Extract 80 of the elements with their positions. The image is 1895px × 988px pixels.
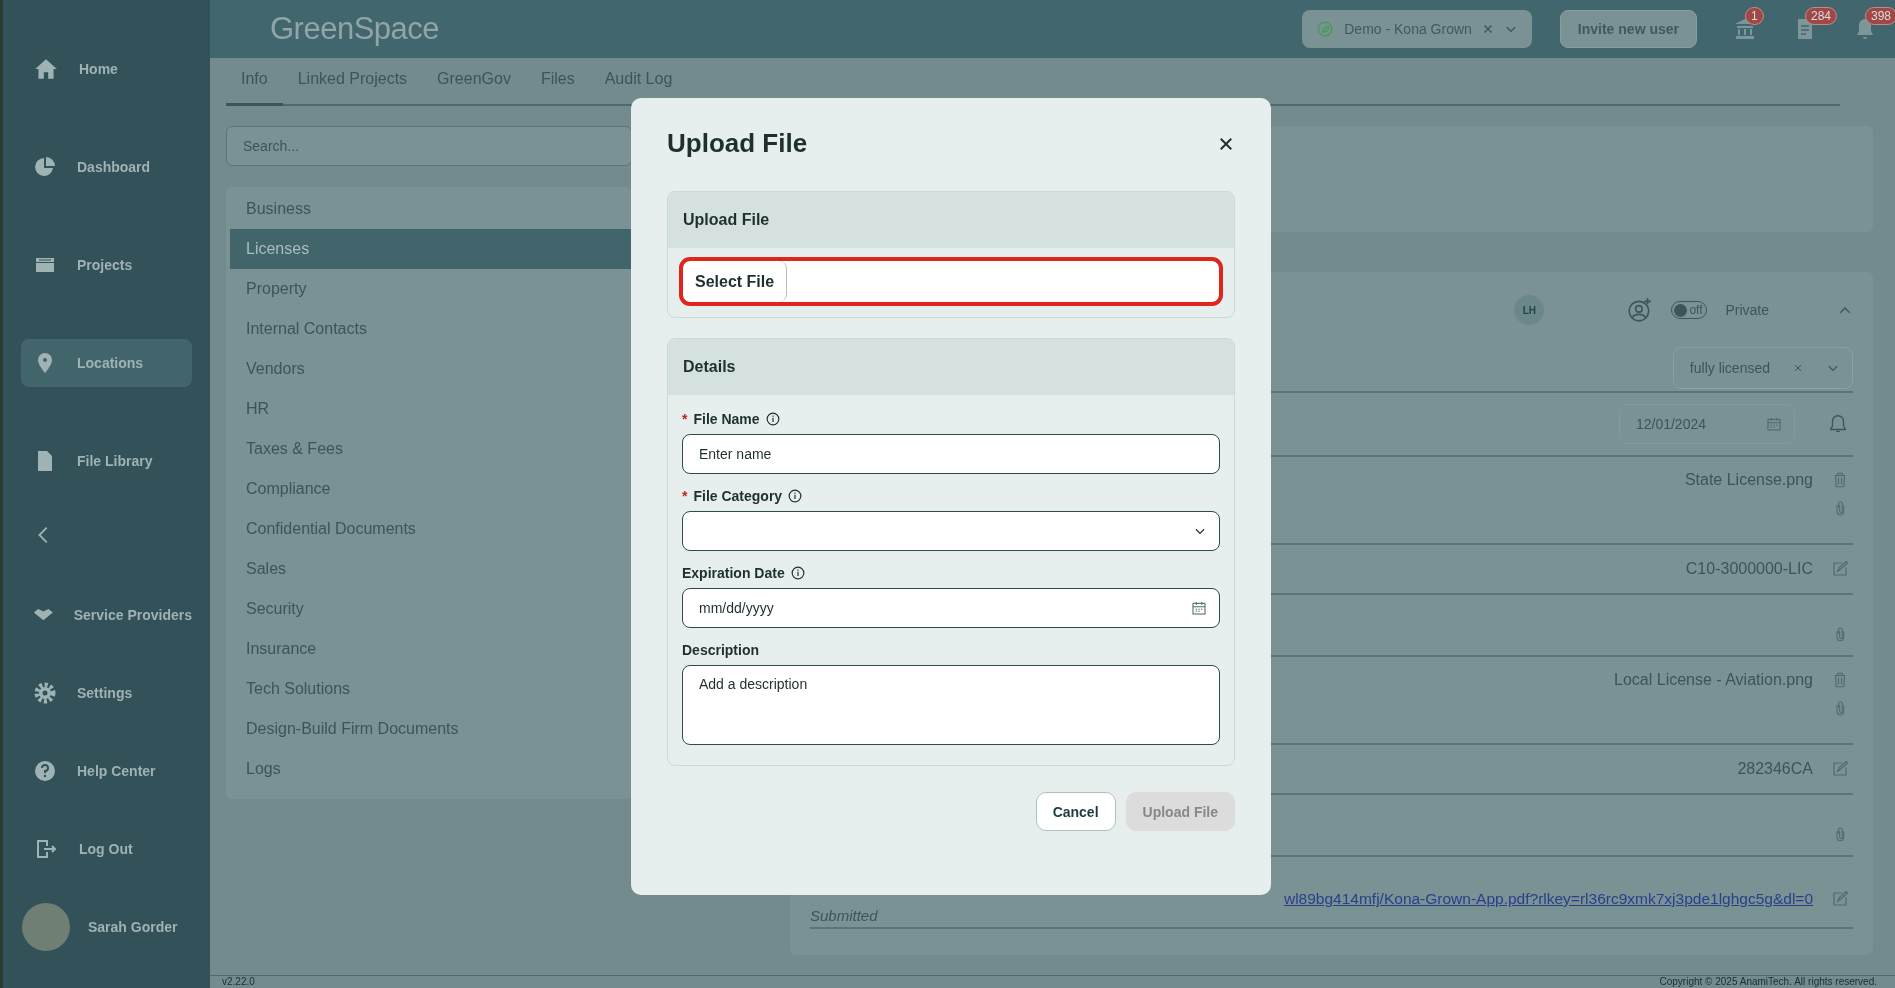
info-icon [765, 412, 780, 426]
user-name[interactable]: Sarah Gorder [88, 919, 178, 935]
file-name[interactable]: Local License - Aviation.png [1614, 671, 1813, 689]
category-item[interactable]: Insurance [230, 629, 632, 669]
cancel-button[interactable]: Cancel [1035, 792, 1116, 831]
pie-chart-icon [33, 155, 57, 179]
copyright-text: Copyright © 2025 AnamiTech. All rights reserved. [1659, 976, 1877, 988]
category-item[interactable]: Sales [230, 549, 632, 589]
bell-outline-icon [1827, 413, 1849, 435]
section-header: Details [668, 339, 1234, 395]
category-item[interactable]: Business [230, 189, 632, 229]
sidebar-item[interactable]: Log Out [21, 825, 192, 873]
category-item[interactable]: Design-Build Firm Documents [230, 709, 632, 749]
invite-user-button[interactable]: Invite new user [1559, 10, 1697, 48]
avatar-photo [22, 903, 70, 951]
clear-icon [1792, 362, 1804, 374]
description-field[interactable]: Add a description [682, 665, 1220, 745]
date-field[interactable]: mm/dd/yyyy [682, 588, 1220, 628]
sidebar-item[interactable]: Home [21, 45, 192, 93]
field-label: File Category [693, 488, 783, 504]
dialog-title: Upload File [667, 128, 808, 159]
field-label: File Name [693, 411, 760, 427]
leaf-icon [1316, 20, 1335, 38]
field-label: Description [682, 642, 759, 658]
info-icon [788, 489, 803, 503]
category-item[interactable]: Taxes & Fees [230, 429, 632, 469]
category-item[interactable]: Compliance [230, 469, 632, 509]
sidebar-item[interactable]: Service Providers [21, 591, 192, 639]
edit-icon [1831, 760, 1849, 778]
user-avatar: LH [1514, 295, 1545, 325]
select-file-button[interactable]: Select File [683, 261, 788, 302]
status-note: Submitted [810, 908, 878, 924]
required-mark: * [682, 488, 688, 504]
notification-badge: 1 [1745, 7, 1764, 25]
calendar-icon [1766, 416, 1782, 432]
field-label: Expiration Date [682, 565, 785, 581]
close-icon [1481, 23, 1494, 35]
status-select[interactable]: fully licensed [1672, 347, 1853, 389]
sidebar-item[interactable]: Locations [21, 339, 192, 387]
category-item[interactable]: Tech Solutions [230, 669, 632, 709]
category-item[interactable]: Security [230, 589, 632, 629]
field-value: C10-3000000-LIC [1685, 560, 1813, 578]
file-link[interactable]: wl89bg414mfj/Kona-Grown-App.pdf?rlkey=rl36rc9xmk7xj3pde1lghgc5g&dl=0 [1283, 890, 1813, 908]
tab[interactable]: GreenGov [422, 58, 526, 106]
category-item[interactable]: Logs [230, 749, 632, 789]
category-select[interactable] [682, 511, 1220, 551]
tab[interactable]: Files [525, 58, 590, 106]
settings-icon [33, 681, 57, 705]
help-icon [33, 759, 57, 783]
category-item[interactable]: Property [230, 269, 632, 309]
category-item[interactable]: Licenses [230, 229, 632, 269]
category-item[interactable]: HR [230, 389, 632, 429]
notification-badge: 398 [1865, 7, 1895, 25]
version-text: v2.22.0 [222, 976, 255, 988]
edit-icon [1831, 890, 1849, 908]
tab[interactable]: Info [226, 58, 283, 106]
field-value: 282346CA [1737, 760, 1813, 778]
search-field[interactable]: Search... [226, 126, 632, 166]
notification-badge: 284 [1805, 7, 1838, 25]
category-item[interactable]: Vendors [230, 349, 632, 389]
calendar-icon [1191, 600, 1207, 616]
file-name[interactable]: State License.png [1684, 471, 1813, 489]
info-icon [790, 566, 805, 580]
file-input[interactable]: Select File [682, 260, 1220, 303]
organization-select[interactable]: Demo - Kona Grown [1302, 10, 1532, 48]
file-name-field[interactable]: Enter name [682, 434, 1220, 474]
sidebar-item[interactable]: Projects [21, 241, 192, 289]
sidebar-item[interactable]: File Library [21, 437, 192, 485]
sidebar-item[interactable]: Settings [21, 669, 192, 717]
edit-icon [1831, 560, 1849, 578]
toggle-label: Private [1725, 302, 1769, 318]
category-item[interactable]: Confidential Documents [230, 509, 632, 549]
logo: GreenSpace [270, 11, 440, 47]
date-field[interactable]: 12/01/2024 [1618, 404, 1795, 444]
sidebar-item[interactable]: Dashboard [21, 143, 192, 191]
sidebar-item[interactable]: Help Center [21, 747, 192, 795]
section-header: Upload File [668, 192, 1234, 248]
required-mark: * [682, 411, 688, 427]
add-user-icon [1627, 297, 1654, 323]
category-item[interactable]: Internal Contacts [230, 309, 632, 349]
